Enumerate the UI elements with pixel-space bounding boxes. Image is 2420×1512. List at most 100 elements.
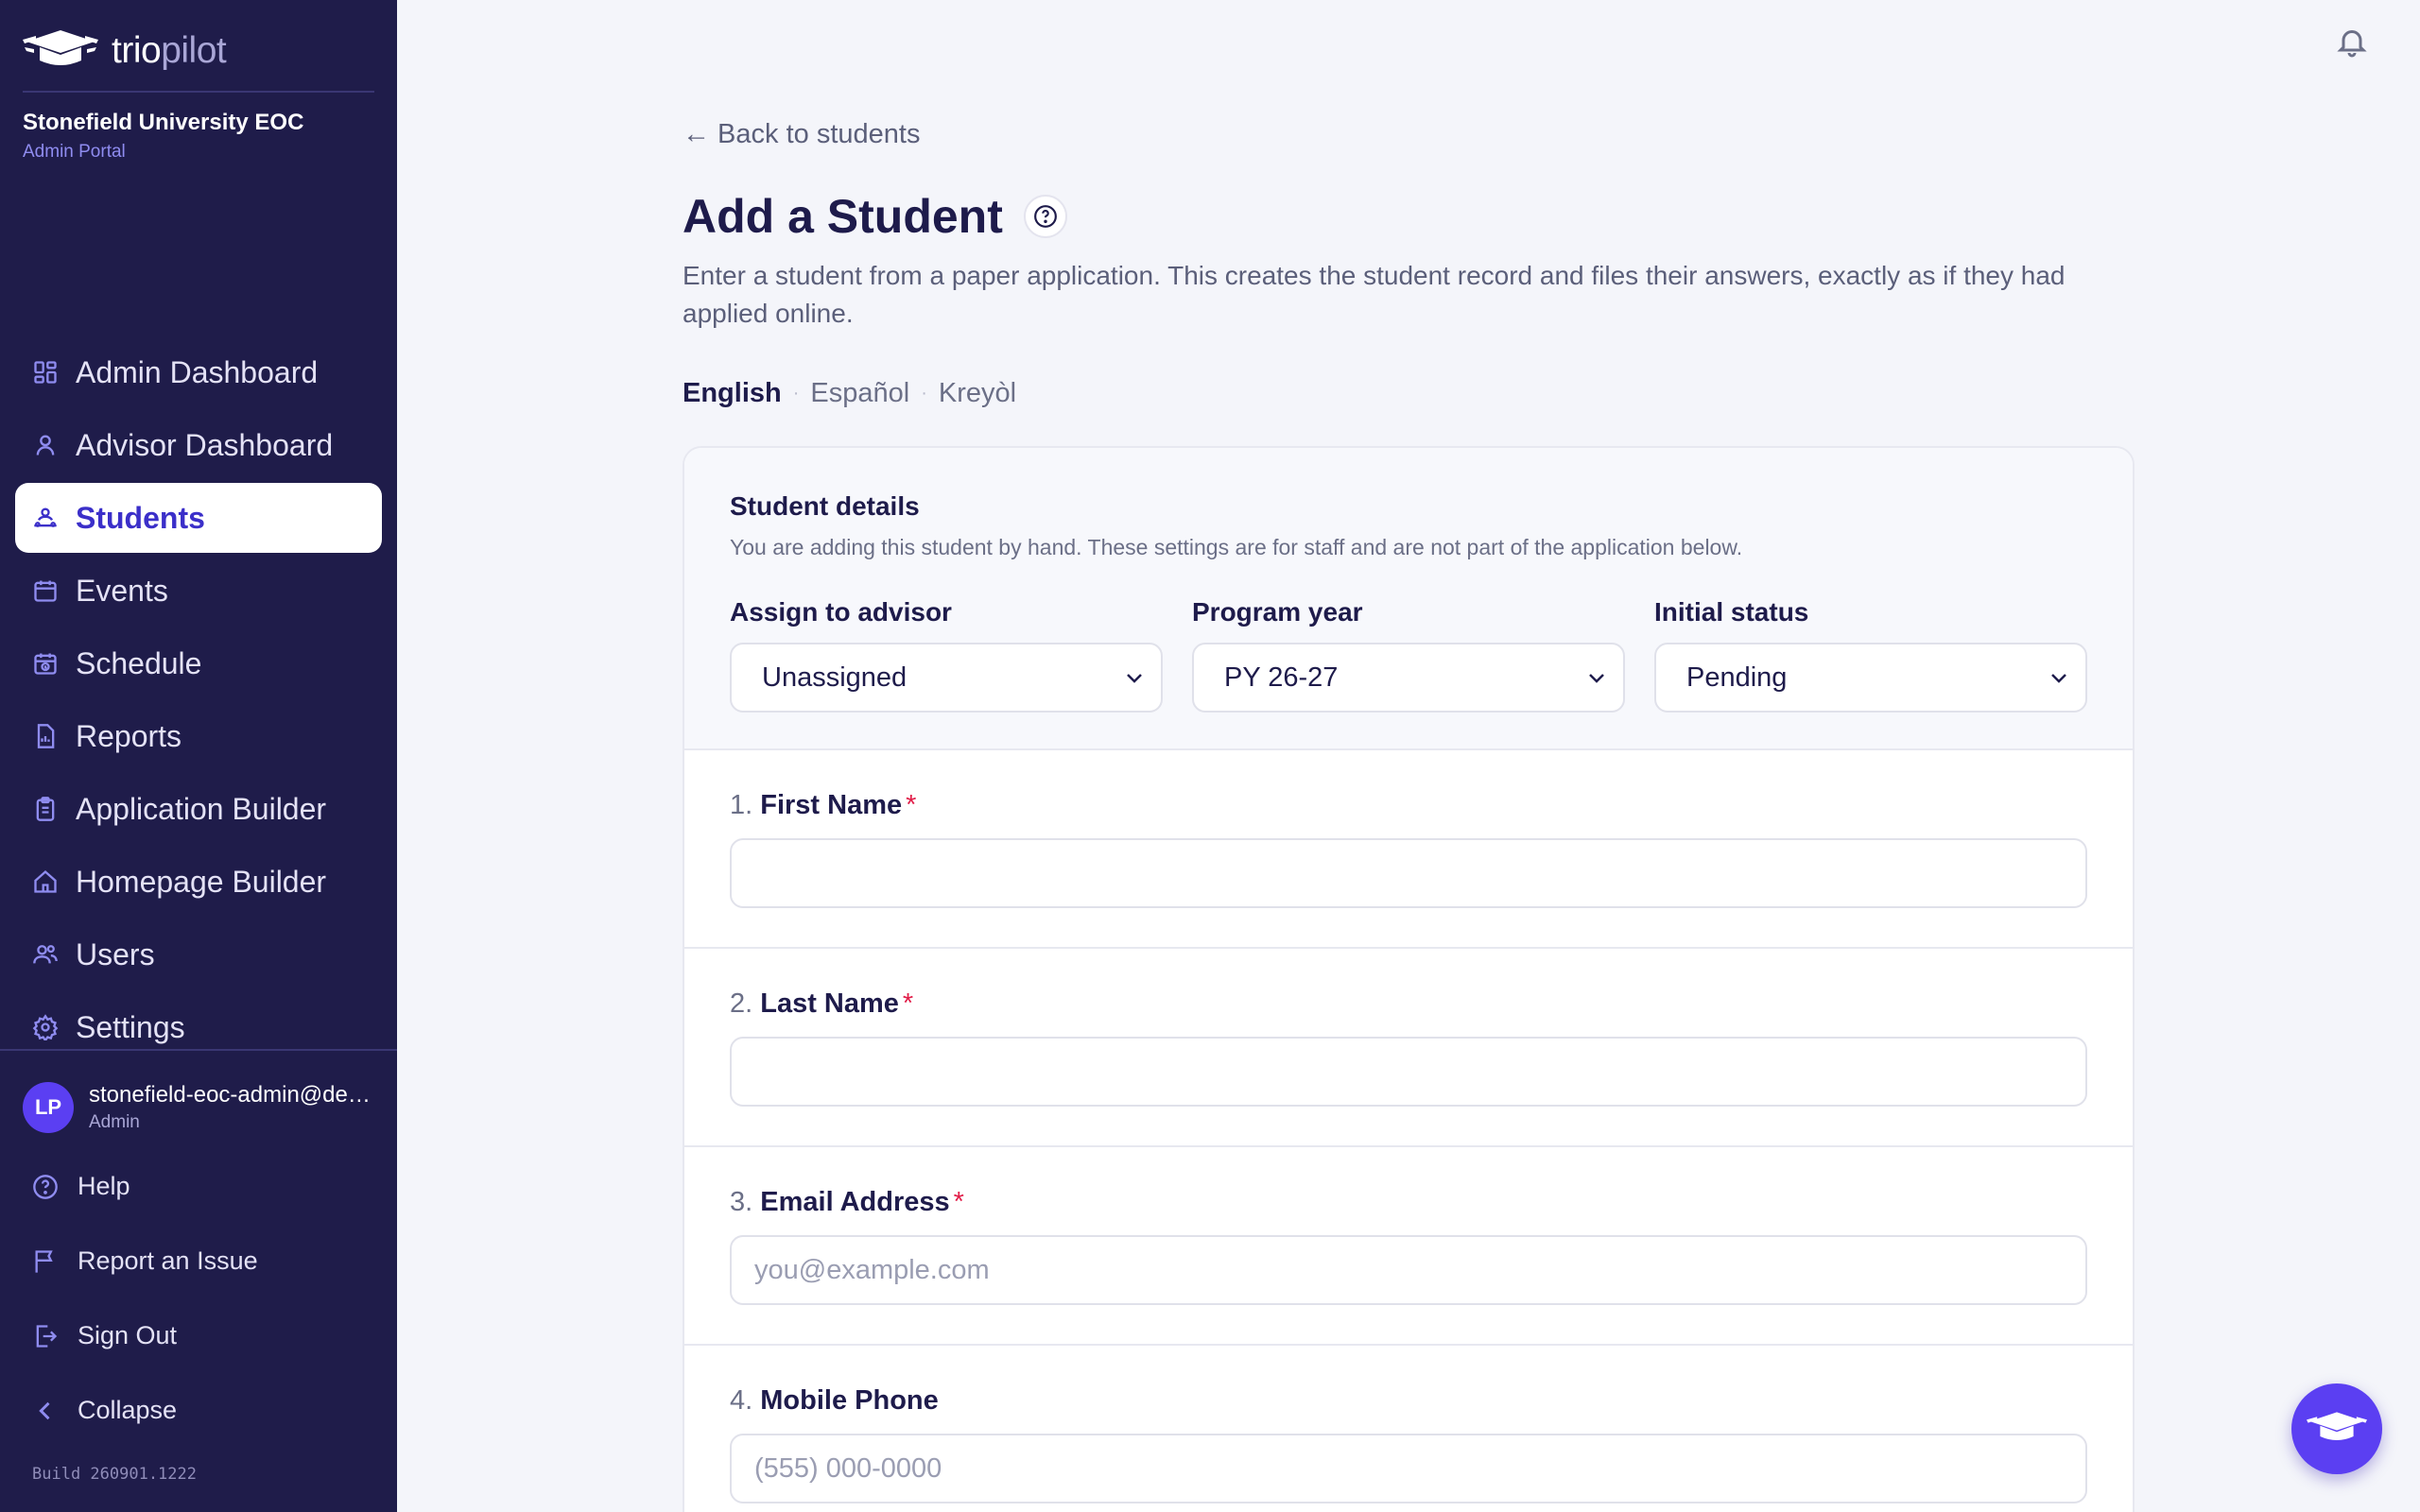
sidebar-item-label: Users (76, 936, 155, 971)
sidebar-item-label: Students (76, 500, 205, 535)
sidebar-nav: Admin Dashboard Advisor Dashboard Studen… (15, 337, 382, 1065)
gear-icon (32, 1014, 59, 1040)
graduation-cap-logo-icon (23, 30, 98, 65)
help-circle-icon (33, 1174, 58, 1199)
brand-name: triopilot (112, 30, 227, 72)
sidebar-item-label: Events (76, 573, 168, 608)
section-heading: Student details (730, 491, 920, 521)
calendar-icon (34, 580, 57, 602)
collapse-label: Collapse (78, 1396, 178, 1424)
portal-label: Admin Portal (23, 142, 126, 162)
mobile-phone-input[interactable]: (555) 000-0000 (730, 1434, 2087, 1503)
divider (0, 1049, 397, 1051)
initial-status-select[interactable]: Pending (1654, 643, 2087, 713)
question-text: First Name (760, 790, 903, 820)
question-label: 2. Last Name * (730, 988, 2087, 1020)
email-input[interactable]: you@example.com (730, 1235, 2087, 1305)
language-english[interactable]: English (683, 378, 782, 409)
user-profile[interactable]: LP stonefield-eoc-admin@demo.triopilot.c… (23, 1082, 372, 1133)
schedule-icon (34, 653, 57, 675)
page-description: Enter a student from a paper application… (683, 261, 2066, 328)
program-year-label: Program year (1192, 597, 1363, 627)
student-details-section: Student details You are adding this stud… (684, 448, 2133, 750)
language-espanol[interactable]: Español (810, 378, 909, 409)
users-icon (33, 945, 58, 964)
sidebar: triopilot Stonefield University EOC Admi… (0, 0, 397, 1512)
dashboard-icon (34, 361, 57, 384)
chevron-down-icon (1589, 674, 1604, 683)
advisor-select[interactable]: Unassigned (730, 643, 1163, 713)
sidebar-item-label: Admin Dashboard (76, 354, 319, 389)
students-icon (34, 507, 57, 527)
separator-dot: · (792, 383, 800, 404)
clipboard-icon (36, 797, 55, 821)
required-marker: * (906, 790, 917, 820)
section-note: You are adding this student by hand. The… (730, 535, 1743, 559)
sidebar-item-settings[interactable]: Settings (15, 992, 382, 1062)
language-kreyol[interactable]: Kreyòl (939, 378, 1016, 409)
sidebar-item-label: Reports (76, 718, 182, 753)
question-number: 3. (730, 1187, 753, 1217)
sidebar-item-advisor-dashboard[interactable]: Advisor Dashboard (15, 410, 382, 480)
question-last-name: 2. Last Name * (684, 949, 2133, 1147)
page-help-button[interactable] (1023, 195, 1067, 238)
initial-status-value: Pending (1686, 662, 1788, 693)
sign-out-icon (36, 1324, 58, 1348)
report-issue-link[interactable]: Report an Issue (32, 1246, 258, 1276)
advisor-label: Assign to advisor (730, 597, 952, 627)
brand-name-part2: pilot (161, 30, 227, 71)
sidebar-item-homepage-builder[interactable]: Homepage Builder (15, 847, 382, 917)
sidebar-item-events[interactable]: Events (15, 556, 382, 626)
page-header: Add a Student (683, 189, 1067, 244)
avatar: LP (23, 1082, 74, 1133)
flag-icon (35, 1249, 53, 1273)
person-icon (36, 435, 55, 455)
question-number: 2. (730, 988, 753, 1019)
org-info: Stonefield University EOC Admin Portal (23, 110, 303, 163)
sidebar-item-application-builder[interactable]: Application Builder (15, 774, 382, 844)
chevron-down-icon (2051, 674, 2066, 683)
chevron-down-icon (1127, 674, 1142, 683)
initial-status-label: Initial status (1654, 597, 1809, 627)
sidebar-item-reports[interactable]: Reports (15, 701, 382, 771)
question-label: 4. Mobile Phone (730, 1385, 2087, 1417)
last-name-input[interactable] (730, 1037, 2087, 1107)
sidebar-item-schedule[interactable]: Schedule (15, 628, 382, 698)
divider (23, 91, 374, 93)
program-year-select[interactable]: PY 26-27 (1192, 643, 1625, 713)
sign-out-link[interactable]: Sign Out (32, 1321, 177, 1350)
graduation-cap-icon (2307, 1412, 2367, 1440)
separator-dot: · (921, 383, 927, 404)
help-link[interactable]: Help (32, 1172, 130, 1201)
brand-name-part1: trio (112, 30, 162, 71)
page-title: Add a Student (683, 190, 1003, 243)
brand-logo[interactable]: triopilot (23, 26, 227, 76)
bell-icon[interactable] (2335, 23, 2369, 60)
sidebar-item-admin-dashboard[interactable]: Admin Dashboard (15, 337, 382, 407)
language-switcher: English · Español · Kreyòl (683, 378, 1016, 409)
collapse-button[interactable]: Collapse (32, 1396, 177, 1425)
first-name-input[interactable] (730, 838, 2087, 908)
sidebar-item-users[interactable]: Users (15, 919, 382, 989)
initial-status-field: Initial status Pending (1654, 597, 2087, 713)
required-marker: * (902, 988, 914, 1019)
question-first-name: 1. First Name * (684, 750, 2133, 949)
add-student-form: Student details You are adding this stud… (683, 446, 2135, 1512)
program-year-field: Program year PY 26-27 (1192, 597, 1625, 713)
back-to-students-link[interactable]: ← Back to students (683, 119, 920, 150)
help-label: Help (78, 1172, 130, 1200)
question-number: 1. (730, 790, 753, 820)
sidebar-item-label: Application Builder (76, 791, 327, 826)
question-number: 4. (730, 1385, 753, 1416)
user-role: Admin (89, 1112, 140, 1132)
report-issue-label: Report an Issue (78, 1246, 258, 1275)
org-name: Stonefield University EOC (23, 110, 304, 135)
sidebar-item-students[interactable]: Students (15, 483, 382, 553)
question-email: 3. Email Address * you@example.com (684, 1147, 2133, 1346)
assistant-button[interactable] (2291, 1383, 2382, 1474)
report-icon (37, 724, 55, 748)
user-email: stonefield-eoc-admin@demo.triopilot.com (89, 1082, 372, 1108)
question-text: Mobile Phone (760, 1385, 939, 1416)
chevron-left-icon (39, 1401, 50, 1419)
sidebar-item-label: Advisor Dashboard (76, 427, 334, 462)
